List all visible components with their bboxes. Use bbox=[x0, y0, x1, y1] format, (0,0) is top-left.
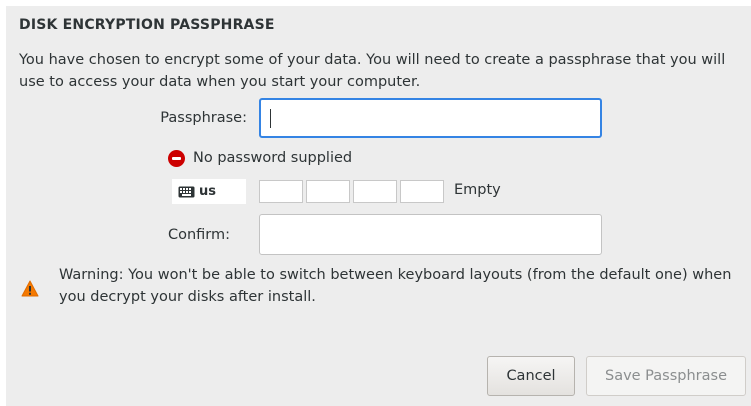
dialog-intro-text: You have chosen to encrypt some of your … bbox=[19, 52, 726, 90]
warning-text: Warning: You won't be able to switch bet… bbox=[59, 267, 732, 305]
warning-icon bbox=[21, 280, 39, 297]
text-caret bbox=[270, 109, 271, 128]
strength-segment bbox=[306, 180, 350, 203]
dialog-title: DISK ENCRYPTION PASSPHRASE bbox=[19, 17, 275, 33]
error-icon bbox=[168, 149, 185, 167]
passphrase-strength-meter bbox=[259, 180, 444, 203]
passphrase-input[interactable] bbox=[259, 98, 602, 138]
disk-encryption-dialog: DISK ENCRYPTION PASSPHRASE You have chos… bbox=[6, 6, 751, 406]
passphrase-status: No password supplied bbox=[168, 149, 352, 167]
status-message: No password supplied bbox=[193, 150, 353, 166]
keyboard-layout-label: us bbox=[199, 184, 216, 199]
strength-segment bbox=[400, 180, 444, 203]
strength-segment bbox=[353, 180, 397, 203]
strength-label: Empty bbox=[454, 182, 501, 198]
strength-segment bbox=[259, 180, 303, 203]
passphrase-label: Passphrase: bbox=[160, 110, 247, 126]
cancel-button[interactable]: Cancel bbox=[487, 356, 575, 396]
keyboard-layout-warning: Warning: You won't be able to switch bet… bbox=[21, 264, 746, 308]
keyboard-icon bbox=[178, 186, 195, 197]
confirm-input[interactable] bbox=[259, 214, 602, 255]
save-passphrase-button[interactable]: Save Passphrase bbox=[586, 356, 746, 396]
keyboard-layout-indicator[interactable]: us bbox=[172, 179, 246, 204]
confirm-label: Confirm: bbox=[167, 227, 230, 243]
